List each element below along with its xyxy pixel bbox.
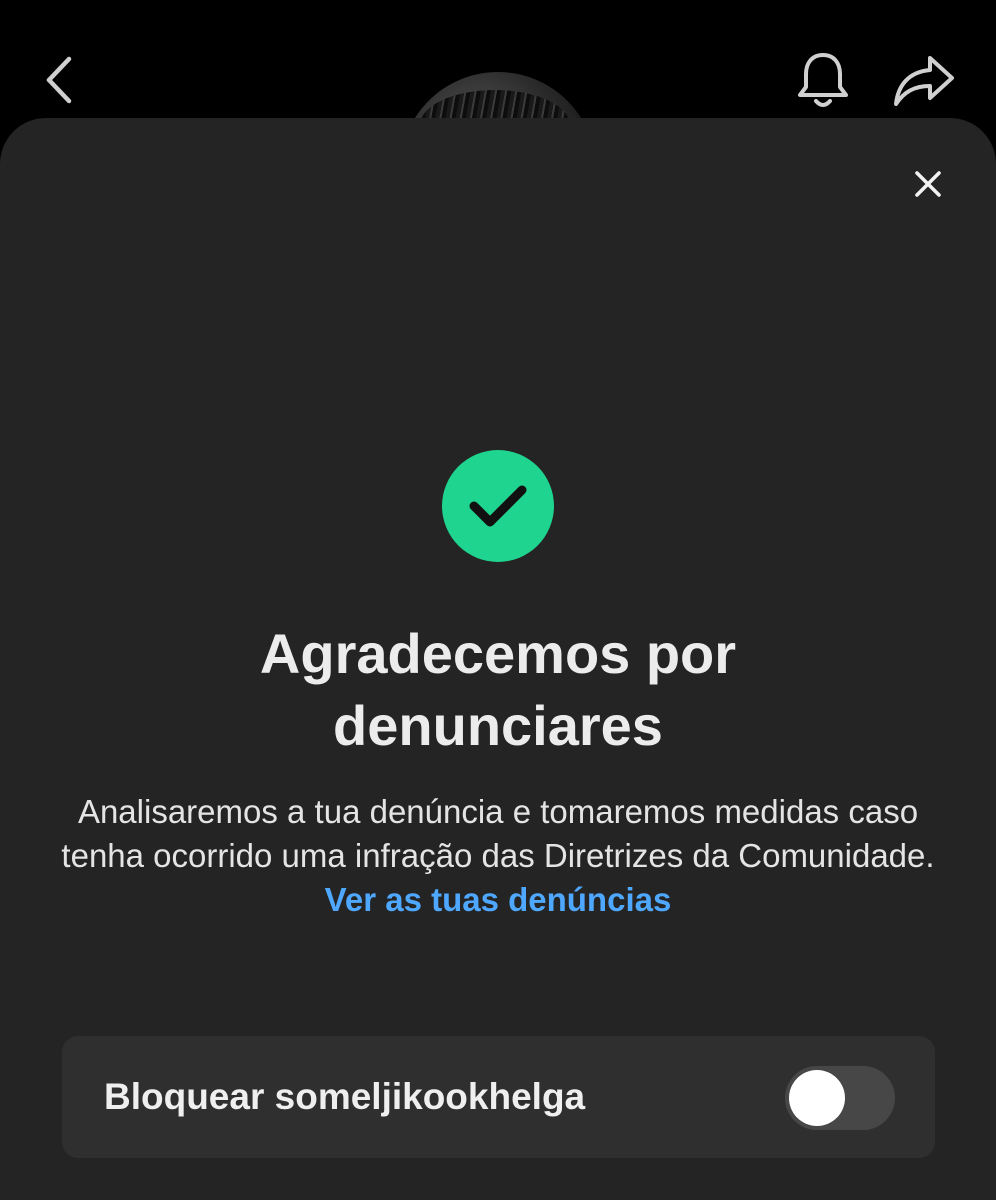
description-text: Analisaremos a tua denúncia e tomaremos …: [61, 793, 935, 874]
check-circle-icon: [469, 485, 527, 527]
block-user-toggle[interactable]: [785, 1066, 895, 1130]
top-bar: [0, 0, 996, 268]
close-icon: [915, 171, 941, 197]
toggle-knob: [789, 1070, 845, 1126]
block-user-row: Bloquear someljikookhelga: [62, 1036, 935, 1158]
block-user-label: Bloquear someljikookhelga: [104, 1076, 586, 1117]
bell-icon: [798, 53, 848, 107]
view-reports-link[interactable]: Ver as tuas denúncias: [325, 881, 672, 918]
share-arrow-icon: [894, 56, 954, 106]
close-button[interactable]: [906, 162, 950, 206]
share-button[interactable]: [888, 46, 960, 114]
confirmation-description: Analisaremos a tua denúncia e tomaremos …: [60, 790, 936, 922]
notifications-button[interactable]: [790, 46, 856, 114]
back-button[interactable]: [30, 50, 86, 110]
report-confirmation-sheet: Agradecemos por denunciares Analisaremos…: [0, 118, 996, 1200]
chevron-left-icon: [46, 56, 72, 104]
success-badge: [442, 450, 554, 562]
confirmation-title: Agradecemos por denunciares: [259, 622, 737, 757]
